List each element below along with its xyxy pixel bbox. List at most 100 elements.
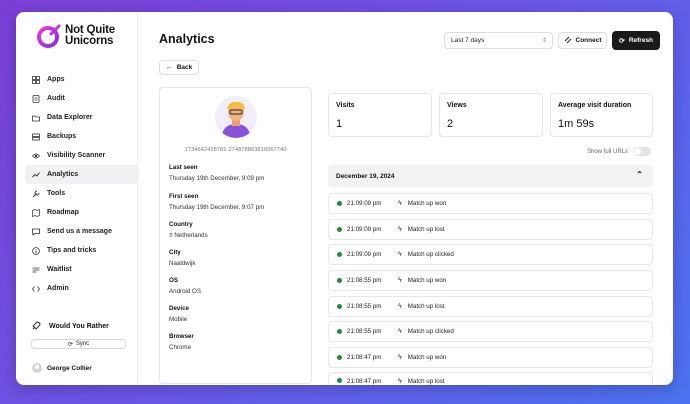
refresh-button[interactable]: ⟳ Refresh <box>612 31 660 50</box>
field-label: OS <box>169 277 178 284</box>
field-browser: Browser Chrome <box>169 333 194 351</box>
event-row[interactable]: 21:09:09 pm ϟ Match up clicked <box>328 244 653 265</box>
event-row[interactable]: 21:08:47 pm ϟ Match up lost <box>328 372 653 385</box>
sidebar-item-tips[interactable]: Tips and tricks <box>25 241 139 260</box>
refresh-label: Refresh <box>628 37 654 44</box>
map-icon <box>31 208 41 218</box>
event-time: 21:08:55 pm <box>347 277 382 284</box>
stat-views: Views 2 <box>439 93 543 137</box>
sidebar-nav: Apps Audit Data Explorer Backups Visibil… <box>16 70 139 298</box>
field-value: Android OS <box>169 288 201 295</box>
event-row[interactable]: 21:09:09 pm ϟ Match up won <box>328 193 653 214</box>
waitlist-icon <box>31 265 41 275</box>
stat-value: 1m 59s <box>558 118 595 130</box>
field-os: OS Android OS <box>169 277 201 295</box>
show-full-urls: Show full URLs <box>587 147 652 156</box>
field-value: Thursday 19th December, 9:07 pm <box>169 204 265 211</box>
bolt-icon: ϟ <box>398 303 402 310</box>
event-name: Match up won <box>407 354 447 361</box>
sidebar-item-label: Send us a message <box>47 228 112 235</box>
event-name: Match up clicked <box>407 328 454 335</box>
folder-icon <box>31 113 41 123</box>
user-menu[interactable]: George Collier <box>32 363 92 373</box>
bolt-icon: ϟ <box>398 200 402 207</box>
status-dot <box>337 227 342 232</box>
field-city: City Naaldwijk <box>169 249 195 267</box>
sidebar-item-admin[interactable]: Admin <box>25 279 139 298</box>
event-row[interactable]: 21:08:47 pm ϟ Match up won <box>328 347 653 368</box>
sync-button[interactable]: ⟳ Sync <box>31 339 126 349</box>
wrench-icon <box>31 189 41 199</box>
sidebar-item-apps[interactable]: Apps <box>25 70 139 89</box>
eye-icon <box>31 151 41 161</box>
event-row[interactable]: 21:09:09 pm ϟ Match up lost <box>328 219 653 240</box>
field-label: City <box>169 249 181 256</box>
avatar <box>32 363 42 373</box>
connect-label: Connect <box>575 37 602 44</box>
show-full-urls-toggle[interactable] <box>633 147 652 156</box>
sidebar-item-roadmap[interactable]: Roadmap <box>25 203 139 222</box>
sidebar-item-audit[interactable]: Audit <box>25 89 139 108</box>
sidebar-item-data-explorer[interactable]: Data Explorer <box>25 108 139 127</box>
bolt-icon: ϟ <box>398 378 402 385</box>
events-date-header[interactable]: December 19, 2024 ⌃ <box>328 165 653 187</box>
status-dot <box>337 201 342 206</box>
stat-value: 1 <box>336 118 343 130</box>
sidebar-item-label: Analytics <box>47 171 79 178</box>
sidebar-item-label: Backups <box>47 133 77 140</box>
sidebar-item-backups[interactable]: Backups <box>25 127 139 146</box>
sync-icon: ⟳ <box>67 341 73 348</box>
event-row[interactable]: 21:08:55 pm ϟ Match up clicked <box>328 321 653 342</box>
stat-visits: Visits 1 <box>328 93 432 137</box>
event-row[interactable]: 21:08:55 pm ϟ Match up won <box>328 270 653 291</box>
stat-value: 2 <box>447 118 454 130</box>
event-time: 21:08:47 pm <box>347 354 382 361</box>
sidebar-item-send-message[interactable]: Send us a message <box>25 222 139 241</box>
connect-button[interactable]: Connect <box>558 32 607 49</box>
sidebar-item-label: Visibility Scanner <box>47 152 106 159</box>
sidebar-item-label: Admin <box>47 285 69 292</box>
visitor-panel: 1734642428781-274878863816067740 Last se… <box>159 87 312 384</box>
sidebar-item-label: Waitlist <box>47 266 72 273</box>
field-value: Naaldwijk <box>169 260 196 267</box>
event-time: 21:08:55 pm <box>347 328 382 335</box>
back-label: Back <box>176 64 193 71</box>
bolt-icon: ϟ <box>398 251 402 258</box>
logo-line2: Unicorns <box>65 35 114 47</box>
chart-icon <box>31 170 41 180</box>
logo[interactable]: Not Quite Unicorns <box>16 22 137 50</box>
sidebar-item-label: Audit <box>47 95 65 102</box>
event-name: Match up lost <box>407 378 445 385</box>
event-name: Match up clicked <box>407 251 454 258</box>
visitor-id: 1734642428781-274878863816067740 <box>184 147 287 153</box>
field-device: Device Mobile <box>169 305 189 323</box>
event-time: 21:09:09 pm <box>347 251 382 258</box>
info-icon <box>31 246 41 256</box>
bolt-icon: ϟ <box>398 354 402 361</box>
sidebar-item-analytics[interactable]: Analytics <box>25 165 139 184</box>
arrow-left-icon: ← <box>165 64 173 71</box>
event-name: Match up lost <box>407 226 445 233</box>
status-dot <box>337 355 342 360</box>
event-name: Match up won <box>407 277 447 284</box>
sidebar-item-label: Data Explorer <box>47 114 93 121</box>
chevron-up-icon: ⌃ <box>636 170 643 179</box>
status-dot <box>337 278 342 283</box>
message-icon <box>31 227 41 237</box>
sidebar-item-visibility-scanner[interactable]: Visibility Scanner <box>25 146 139 165</box>
field-value: Chrome <box>169 344 192 351</box>
back-button[interactable]: ← Back <box>159 60 199 75</box>
field-first-seen: First seen Thursday 19th December, 9:07 … <box>169 193 264 211</box>
status-dot <box>337 329 342 334</box>
event-row[interactable]: 21:08:55 pm ϟ Match up lost <box>328 296 653 317</box>
event-time: 21:09:09 pm <box>347 200 382 207</box>
field-label: Device <box>169 305 189 312</box>
sidebar-item-waitlist[interactable]: Waitlist <box>25 260 139 279</box>
sidebar-item-tools[interactable]: Tools <box>25 184 139 203</box>
field-label: Last seen <box>169 164 198 171</box>
date-range-select[interactable]: Last 7 days ⇕ <box>444 32 553 49</box>
page-title: Analytics <box>159 32 215 46</box>
field-last-seen: Last seen Thursday 19th December, 9:09 p… <box>169 164 264 182</box>
project-selector[interactable]: Would You Rather <box>31 321 109 331</box>
refresh-icon: ⟳ <box>618 37 625 45</box>
